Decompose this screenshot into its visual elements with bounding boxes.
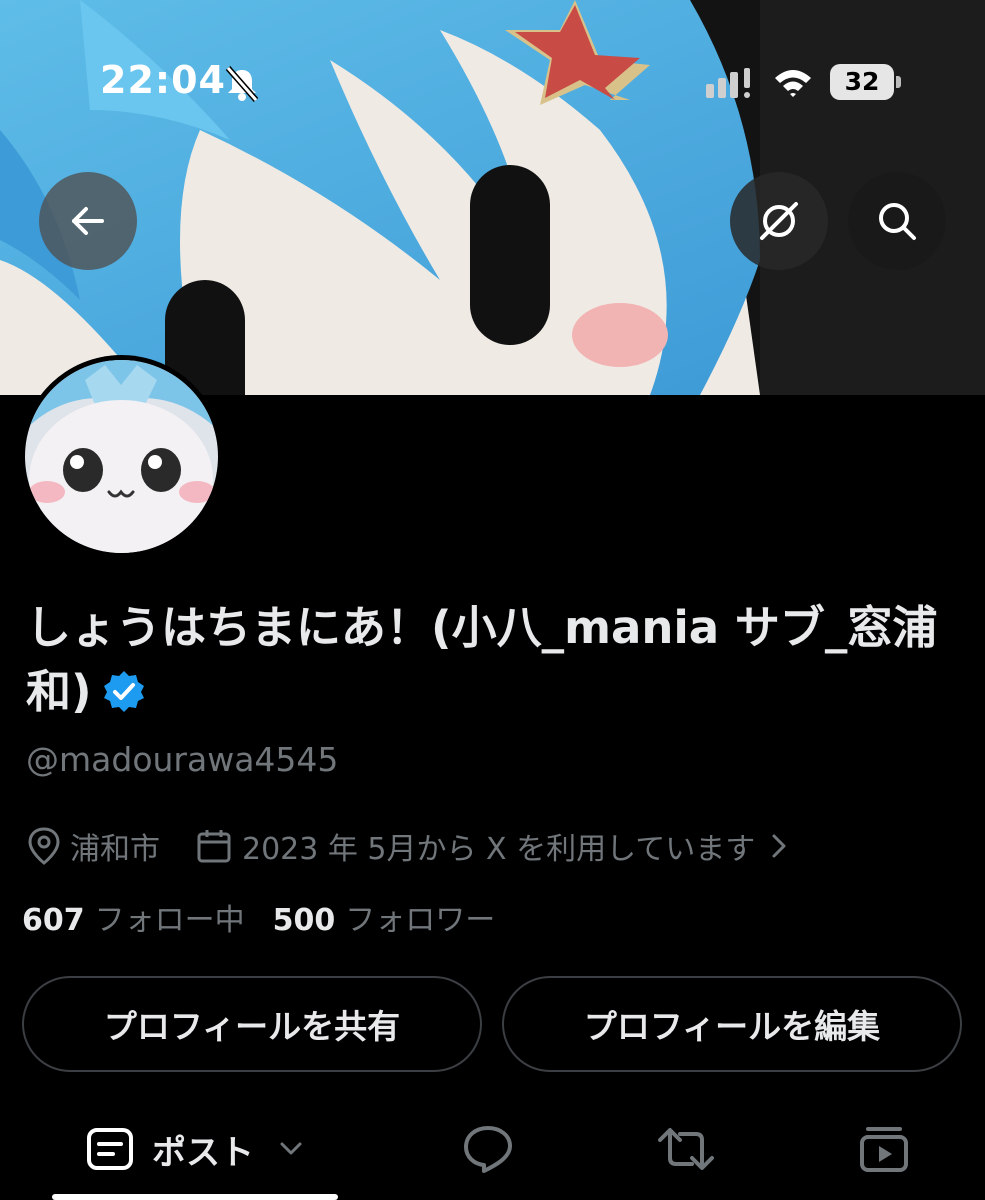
posts-icon: [87, 1128, 133, 1170]
followers-stat[interactable]: 500 フォロワー: [273, 903, 496, 938]
avatar-image: [25, 360, 218, 553]
profile-joined-date[interactable]: 2023 年 5月から X を利用しています: [242, 824, 755, 868]
profile-meta: 浦和市 2023 年 5月から X を利用しています: [26, 824, 789, 868]
search-icon: [879, 203, 916, 240]
battery-indicator: 32: [830, 64, 902, 100]
battery-level: 32: [830, 64, 894, 100]
share-profile-button[interactable]: プロフィールを共有: [22, 976, 482, 1072]
tab-replies[interactable]: [440, 1108, 536, 1190]
tab-media[interactable]: [836, 1108, 932, 1190]
chevron-down-icon[interactable]: [278, 1141, 304, 1157]
grok-button[interactable]: [730, 172, 828, 270]
profile-tab-bar: ポスト: [0, 1108, 985, 1200]
wifi-icon: [775, 70, 811, 97]
grok-icon: [760, 202, 798, 240]
profile-location: 浦和市: [70, 832, 160, 867]
followers-count: 500: [272, 903, 336, 938]
following-count: 607: [22, 903, 85, 938]
repost-icon: [658, 1128, 714, 1170]
cellular-signal-icon: [706, 68, 750, 98]
profile-handle: @madourawa4545: [26, 740, 339, 779]
search-button[interactable]: [848, 172, 946, 270]
followers-label: フォロワー: [345, 903, 496, 938]
back-button[interactable]: [39, 172, 137, 270]
arrow-left-icon: [72, 207, 104, 235]
active-tab-indicator: [52, 1194, 338, 1200]
tab-reposts[interactable]: [638, 1108, 734, 1190]
follow-counts: 607 フォロー中 500 フォロワー: [22, 895, 495, 939]
profile-display-name: しょうはちまにあ！(小八_mania サブ_窓浦和): [26, 596, 956, 724]
display-name-text: しょうはちまにあ！(小八_mania サブ_窓浦和): [26, 601, 938, 718]
calendar-icon: [197, 830, 231, 863]
status-time: 22:04: [100, 58, 226, 102]
location-pin-icon: [28, 827, 60, 865]
media-icon: [860, 1127, 908, 1172]
edit-profile-button[interactable]: プロフィールを編集: [502, 976, 962, 1072]
chevron-right-icon[interactable]: [769, 831, 789, 861]
tab-posts[interactable]: ポスト: [52, 1108, 338, 1190]
battery-tip: [896, 76, 901, 88]
following-label: フォロー中: [94, 903, 245, 938]
avatar[interactable]: [20, 355, 223, 558]
verified-badge-icon[interactable]: [102, 669, 146, 713]
bell-off-icon: [225, 66, 259, 102]
status-bar: 22:04 32: [0, 52, 985, 112]
following-stat[interactable]: 607 フォロー中: [22, 903, 245, 938]
tab-posts-label: ポスト: [152, 1132, 254, 1173]
reply-bubble-icon: [464, 1126, 512, 1173]
